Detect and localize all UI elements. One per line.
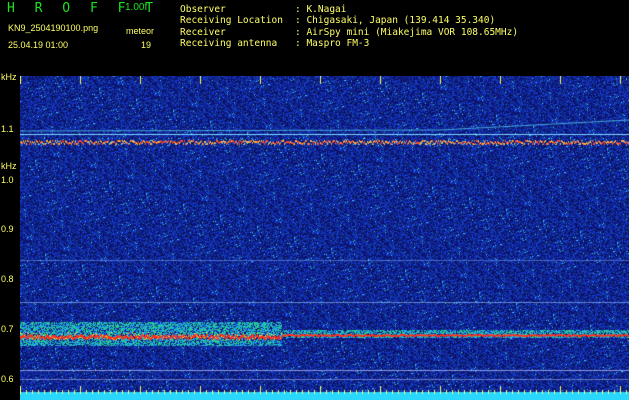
meteor-count: 19 bbox=[141, 40, 152, 50]
y-tick-label: 0.6 bbox=[1, 374, 14, 384]
observer-label: Observer bbox=[180, 4, 226, 15]
antenna-label: Receiving antenna bbox=[180, 38, 278, 49]
y-axis-unit-mid: kHz bbox=[1, 161, 17, 171]
hrofft-window: H R O F F T 1.00f KN9_2504190100.png 25.… bbox=[0, 0, 629, 400]
observation-datetime: 25.04.19 01:00 bbox=[8, 40, 69, 50]
y-tick-label: 0.8 bbox=[1, 274, 14, 284]
y-tick-label: 1.0 bbox=[1, 175, 14, 185]
y-tick-label: 0.7 bbox=[1, 324, 14, 334]
location-value: : Chigasaki, Japan (139.414 35.340) bbox=[295, 15, 496, 26]
file-name: KN9_2504190100.png bbox=[8, 23, 99, 33]
antenna-value: : Maspro FM-3 bbox=[295, 38, 370, 49]
spectrogram-canvas bbox=[20, 76, 629, 400]
receiver-label: Receiver bbox=[180, 27, 226, 38]
meteor-count-label: meteor bbox=[126, 26, 155, 36]
y-axis-unit-top: kHz bbox=[1, 72, 17, 82]
y-tick-label: 1.1 bbox=[1, 124, 14, 134]
version-label: 1.00f bbox=[125, 2, 148, 13]
observer-value: : K.Nagai bbox=[295, 4, 347, 15]
y-tick-label: 0.9 bbox=[1, 224, 14, 234]
receiver-value: : AirSpy mini (Miakejima VOR 108.65MHz) bbox=[295, 27, 519, 38]
location-label: Receiving Location bbox=[180, 15, 283, 26]
